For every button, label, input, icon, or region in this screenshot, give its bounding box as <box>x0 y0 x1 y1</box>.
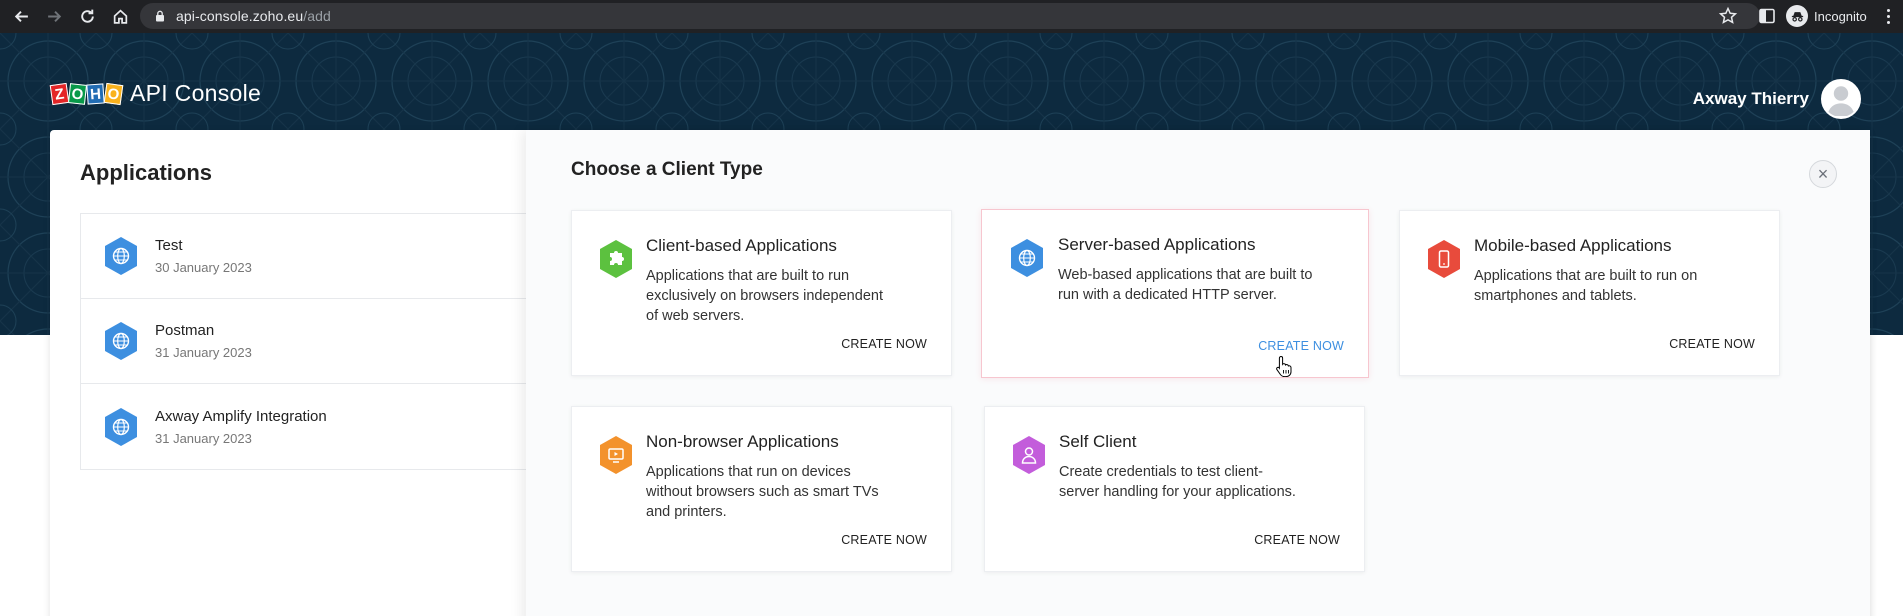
avatar[interactable] <box>1821 79 1861 119</box>
client-type-heading: Choose a Client Type <box>571 159 763 180</box>
side-panel-icon[interactable] <box>1758 7 1776 25</box>
card-description: Applications that are built to run exclu… <box>646 268 883 324</box>
client-based-card[interactable]: Client-based Applications Applications t… <box>571 210 952 376</box>
list-item[interactable]: Axway Amplify Integration 31 January 202… <box>81 384 540 469</box>
reload-icon <box>80 9 94 23</box>
app-date: 30 January 2023 <box>155 260 252 275</box>
bookmark-star-icon[interactable] <box>1718 6 1738 26</box>
person-icon <box>1013 436 1045 474</box>
zoho-logo: Z O H O <box>49 82 124 105</box>
tv-icon <box>600 436 632 474</box>
globe-icon <box>105 322 137 360</box>
self-client-card[interactable]: Self Client Create credentials to test c… <box>984 406 1365 572</box>
brand[interactable]: Z O H O API Console <box>49 80 262 107</box>
applications-heading: Applications <box>80 160 213 185</box>
app-text: Axway Amplify Integration 31 January 202… <box>155 408 327 446</box>
mobile-based-card[interactable]: Mobile-based Applications Applications t… <box>1399 210 1780 376</box>
app-date: 31 January 2023 <box>155 345 252 360</box>
app-name: Axway Amplify Integration <box>155 407 327 425</box>
card-title: Server-based Applications <box>1058 235 1256 254</box>
home-button[interactable] <box>108 5 132 29</box>
card-title: Non-browser Applications <box>646 432 839 451</box>
create-now-link[interactable]: CREATE NOW <box>1254 533 1340 547</box>
arrow-left-icon <box>14 11 28 22</box>
browser-menu-icon[interactable] <box>1878 6 1898 26</box>
url-domain: api-console.zoho.eu <box>176 8 304 24</box>
app-name: Test <box>155 237 183 254</box>
create-now-link[interactable]: CREATE NOW <box>1669 337 1755 351</box>
create-now-link[interactable]: CREATE NOW <box>841 337 927 351</box>
app-text: Test 30 January 2023 <box>155 237 252 275</box>
globe-icon <box>1011 239 1043 277</box>
card-title: Mobile-based Applications <box>1474 236 1672 255</box>
hand-cursor-icon <box>1276 355 1292 377</box>
create-now-link[interactable]: CREATE NOW <box>841 533 927 547</box>
non-browser-card[interactable]: Non-browser Applications Applications th… <box>571 406 952 572</box>
app-date: 31 January 2023 <box>155 430 252 446</box>
puzzle-icon <box>600 240 632 278</box>
mobile-icon <box>1428 240 1460 278</box>
incognito-icon <box>1786 5 1808 27</box>
url-text: api-console.zoho.eu/add <box>176 8 331 24</box>
forward-button[interactable] <box>42 5 66 29</box>
brand-title: API Console <box>130 80 262 106</box>
card-description: Applications that run on devices without… <box>646 464 879 520</box>
application-list: Test 30 January 2023 Postman 31 January … <box>80 213 540 470</box>
app-text: Postman 31 January 2023 <box>155 322 252 360</box>
address-bar[interactable]: api-console.zoho.eu/add <box>140 3 1760 29</box>
user-name: Axway Thierry <box>1692 89 1809 108</box>
create-now-link[interactable]: CREATE NOW <box>1258 339 1344 353</box>
card-title: Client-based Applications <box>646 236 837 255</box>
card-description: Web-based applications that are built to… <box>1058 267 1313 303</box>
user-avatar-icon <box>1827 86 1855 116</box>
close-button[interactable]: × <box>1809 160 1837 188</box>
server-based-card[interactable]: Server-based Applications Web-based appl… <box>981 209 1369 378</box>
card-description: Create credentials to test client-server… <box>1059 464 1296 500</box>
arrow-right-icon <box>47 11 61 22</box>
card-description: Applications that are built to run on sm… <box>1474 268 1698 304</box>
home-icon <box>113 9 127 24</box>
globe-icon <box>105 407 137 446</box>
browser-toolbar: api-console.zoho.eu/add Incognito <box>0 0 1903 33</box>
list-item[interactable]: Test 30 January 2023 <box>81 214 540 299</box>
globe-icon <box>105 237 137 275</box>
app-name: Postman <box>155 322 215 339</box>
user-menu[interactable]: Axway Thierry <box>1693 79 1861 119</box>
url-path: /add <box>303 8 331 24</box>
incognito-label: Incognito <box>1814 8 1867 24</box>
incognito-profile-button[interactable]: Incognito <box>1786 4 1867 28</box>
list-item[interactable]: Postman 31 January 2023 <box>81 299 540 384</box>
lock-icon <box>156 10 164 22</box>
reload-button[interactable] <box>75 5 99 29</box>
back-button[interactable] <box>9 5 33 29</box>
card-title: Self Client <box>1059 432 1137 451</box>
